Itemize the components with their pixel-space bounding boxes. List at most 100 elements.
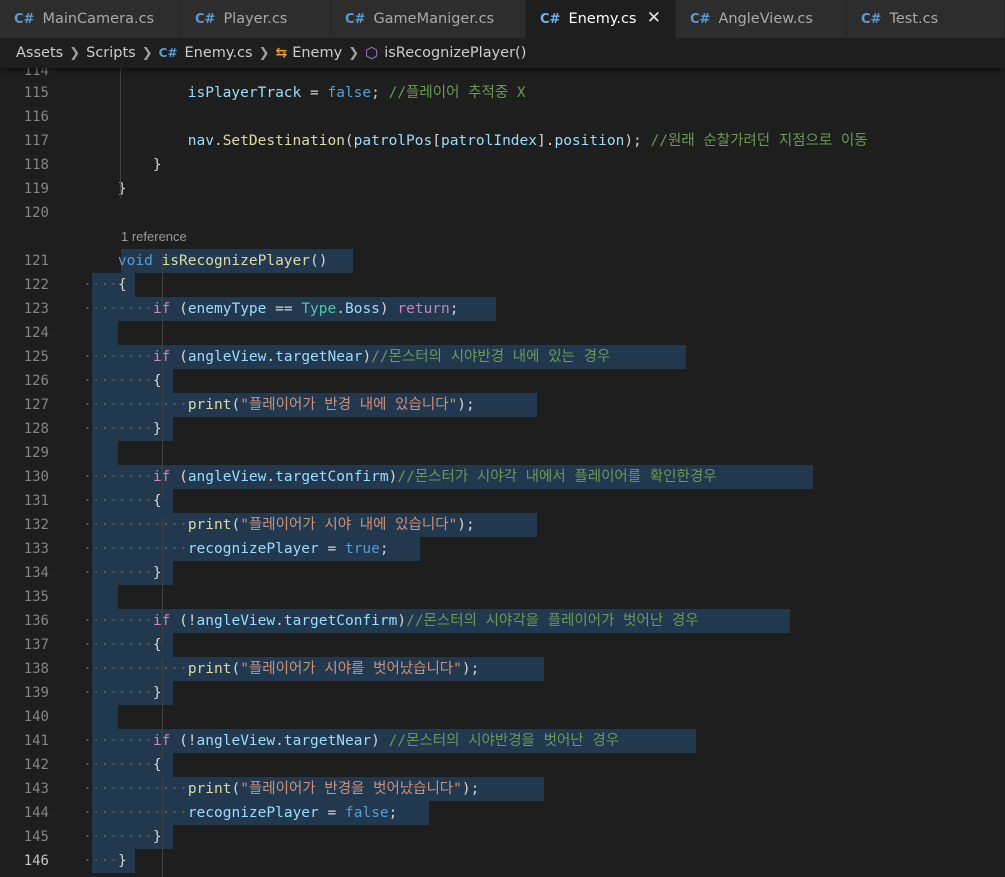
- tab-gamemaniger[interactable]: C# GameManiger.cs: [331, 0, 526, 38]
- tab-enemy[interactable]: C# Enemy.cs ✕: [526, 0, 676, 38]
- breadcrumb-method-label: isRecognizePlayer(): [384, 45, 527, 61]
- code-line[interactable]: 119 }: [0, 177, 1005, 201]
- code-line[interactable]: 121 void isRecognizePlayer(): [0, 249, 1005, 273]
- code-line[interactable]: 138 ············print("플레이어가 시야를 벗어났습니다")…: [0, 657, 1005, 681]
- method-cube-icon: ⬡: [365, 44, 379, 62]
- code-line[interactable]: 120: [0, 201, 1005, 225]
- line-number: 122: [23, 277, 49, 293]
- code-editor[interactable]: 1 reference 114 115 isPlayerTrack = false…: [0, 68, 1005, 877]
- code-text: ············recognizePlayer = false;: [83, 805, 398, 821]
- chevron-right-icon: ❯: [69, 45, 81, 61]
- code-text: ········{: [83, 637, 162, 653]
- code-text: ········{: [83, 493, 162, 509]
- chevron-right-icon: ❯: [258, 45, 270, 61]
- line-number: 144: [23, 805, 49, 821]
- code-line[interactable]: 147: [0, 873, 1005, 877]
- breadcrumb-file[interactable]: C# Enemy.cs: [159, 45, 253, 61]
- breadcrumb-method[interactable]: ⬡ isRecognizePlayer(): [365, 44, 526, 62]
- code-text: ············print("플레이어가 반경 내에 있습니다");: [83, 397, 475, 413]
- breadcrumb-assets[interactable]: Assets: [16, 45, 63, 61]
- code-text: ············print("플레이어가 반경을 벗어났습니다");: [83, 781, 480, 797]
- code-line[interactable]: 131 ········{: [0, 489, 1005, 513]
- code-line[interactable]: 115 isPlayerTrack = false; //플레이어 추적중 X: [0, 81, 1005, 105]
- csharp-file-icon: C#: [345, 11, 366, 27]
- code-text: ········{: [83, 373, 162, 389]
- line-number: 134: [23, 565, 49, 581]
- indent-guide: [162, 516, 163, 646]
- indent-guide: [120, 68, 121, 198]
- line-number: 126: [23, 373, 49, 389]
- chevron-right-icon: ❯: [141, 45, 153, 61]
- line-number: 124: [23, 325, 49, 341]
- code-line[interactable]: 123 ········if (enemyType == Type.Boss) r…: [0, 297, 1005, 321]
- code-line[interactable]: 140: [0, 705, 1005, 729]
- code-text: ········if (angleView.targetConfirm)//몬스…: [83, 469, 717, 485]
- tab-angleview[interactable]: C# AngleView.cs: [676, 0, 847, 38]
- code-line[interactable]: 145 ········}: [0, 825, 1005, 849]
- chevron-right-icon: ❯: [348, 45, 360, 61]
- line-number: 119: [23, 181, 49, 197]
- indent-guide: [162, 658, 163, 758]
- code-line[interactable]: 116: [0, 105, 1005, 129]
- line-number: 139: [23, 685, 49, 701]
- code-line[interactable]: 136 ········if (!angleView.targetConfirm)…: [0, 609, 1005, 633]
- code-line[interactable]: 142 ········{: [0, 753, 1005, 777]
- csharp-file-icon: C#: [861, 11, 882, 27]
- tab-label: GameManiger.cs: [373, 11, 495, 27]
- code-line[interactable]: 139 ········}: [0, 681, 1005, 705]
- csharp-file-icon: C#: [195, 11, 216, 27]
- code-line[interactable]: 134 ········}: [0, 561, 1005, 585]
- code-line[interactable]: 124: [0, 321, 1005, 345]
- code-text: ········if (!angleView.targetNear) //몬스터…: [83, 733, 620, 749]
- editor-tab-bar: C# MainCamera.cs C# Player.cs C# GameManige…: [0, 0, 1005, 38]
- code-text: ········}: [83, 421, 162, 437]
- tab-label: AngleView.cs: [718, 11, 813, 27]
- code-text: ········}: [83, 829, 162, 845]
- csharp-file-icon: C#: [14, 11, 35, 27]
- tab-test[interactable]: C# Test.cs: [847, 0, 1005, 38]
- breadcrumb: Assets ❯ Scripts ❯ C# Enemy.cs ❯ ⇆ Enemy ❯…: [0, 38, 1005, 68]
- code-line[interactable]: 126 ········{: [0, 369, 1005, 393]
- line-number: 143: [23, 781, 49, 797]
- code-line[interactable]: 129: [0, 441, 1005, 465]
- code-text: nav.SetDestination(patrolPos[patrolIndex…: [187, 133, 868, 149]
- code-line[interactable]: 127 ············print("플레이어가 반경 내에 있습니다")…: [0, 393, 1005, 417]
- line-number: 118: [23, 157, 49, 173]
- line-number: 136: [23, 613, 49, 629]
- code-line[interactable]: 144 ············recognizePlayer = false;: [0, 801, 1005, 825]
- line-number: 117: [23, 133, 49, 149]
- code-line[interactable]: 132 ············print("플레이어가 시야 내에 있습니다")…: [0, 513, 1005, 537]
- code-line[interactable]: 130 ········if (angleView.targetConfirm)/…: [0, 465, 1005, 489]
- tab-player[interactable]: C# Player.cs: [181, 0, 331, 38]
- line-number: 129: [23, 445, 49, 461]
- code-line[interactable]: 137 ········{: [0, 633, 1005, 657]
- line-number: 127: [23, 397, 49, 413]
- code-text: ········}: [83, 565, 162, 581]
- code-line[interactable]: 128 ········}: [0, 417, 1005, 441]
- code-line[interactable]: 143 ············print("플레이어가 반경을 벗어났습니다")…: [0, 777, 1005, 801]
- close-tab-icon[interactable]: ✕: [647, 8, 661, 28]
- tab-label: Test.cs: [889, 11, 939, 27]
- line-number: 130: [23, 469, 49, 485]
- tab-maincamera[interactable]: C# MainCamera.cs: [0, 0, 181, 38]
- tab-label: Enemy.cs: [568, 11, 637, 27]
- tab-label: Player.cs: [223, 11, 288, 27]
- breadcrumb-file-label: Enemy.cs: [184, 45, 253, 61]
- code-line[interactable]: 141 ········if (!angleView.targetNear) //…: [0, 729, 1005, 753]
- code-line[interactable]: 118 }: [0, 153, 1005, 177]
- code-line[interactable]: 133 ············recognizePlayer = true;: [0, 537, 1005, 561]
- line-number: 147: [0, 873, 49, 877]
- code-line[interactable]: 122 ····{: [0, 273, 1005, 297]
- breadcrumb-class[interactable]: ⇆ Enemy: [275, 45, 342, 61]
- code-line[interactable]: 135: [0, 585, 1005, 609]
- code-line[interactable]: 146 ····}: [0, 849, 1005, 873]
- line-number: 145: [23, 829, 49, 845]
- line-number: 116: [23, 109, 49, 125]
- line-number: 132: [23, 517, 49, 533]
- code-text: ········{: [83, 757, 162, 773]
- line-number: 121: [23, 253, 49, 269]
- code-line[interactable]: 125········if (angleView.targetNear)//몬스…: [0, 345, 1005, 369]
- code-lens-references[interactable]: 1 reference: [121, 225, 187, 249]
- code-line[interactable]: 117 nav.SetDestination(patrolPos[patrolI…: [0, 129, 1005, 153]
- breadcrumb-scripts[interactable]: Scripts: [86, 45, 136, 61]
